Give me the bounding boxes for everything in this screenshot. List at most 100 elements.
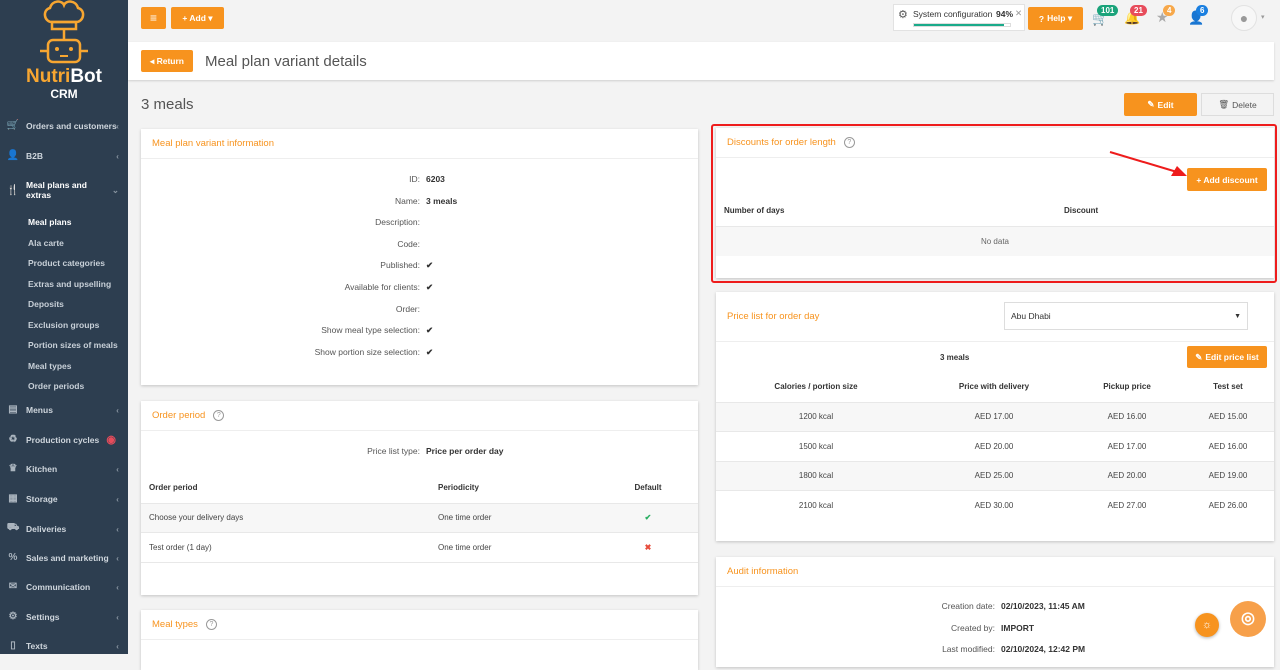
column-header: Pickup price <box>1103 382 1151 392</box>
sidebar-subitem[interactable]: Order periods <box>28 381 84 391</box>
sidebar-item-orders-and-customers[interactable]: 🛒 Orders and customers ‹ <box>0 120 128 131</box>
sidebar-item-sales-and-marketing[interactable]: % Sales and marketing ‹ <box>0 552 128 563</box>
page-header-title: Meal plan variant details <box>205 53 367 70</box>
brand-name: NutriBot <box>26 66 102 87</box>
kv-value: Price per order day <box>426 446 504 456</box>
check-icon: ✔ <box>426 325 434 336</box>
audit-card: Audit information Creation date: 02/10/20… <box>716 557 1274 667</box>
table-row[interactable]: 1800 kcal AED 25.00 AED 20.00 AED 19.00 <box>716 460 1274 491</box>
document-icon: ▯ <box>10 640 16 651</box>
sidebar-item-b2b[interactable]: 👤 B2B ‹ <box>0 150 128 161</box>
sidebar-item-kitchen[interactable]: ♛ Kitchen ‹ <box>0 463 128 474</box>
table-row[interactable]: Choose your delivery days One time order ✔ <box>141 502 698 533</box>
sidebar-item-label: Sales and marketing <box>26 552 109 563</box>
check-icon: ✔ <box>598 502 698 533</box>
cell: Choose your delivery days <box>141 502 438 533</box>
info-row: ID: 6203 <box>141 174 698 184</box>
kv-label: Created by: <box>951 622 995 633</box>
boxes-icon: ▦ <box>8 493 18 504</box>
table-row[interactable]: 2100 kcal AED 30.00 AED 27.00 AED 26.00 <box>716 490 1274 520</box>
kv-label: ID: <box>409 174 420 184</box>
info-row: Published: ✔ <box>141 260 698 271</box>
table-row[interactable]: 1500 kcal AED 20.00 AED 17.00 AED 16.00 <box>716 431 1274 461</box>
envelope-icon: ✉ <box>8 581 18 592</box>
sysconf-progress-bar <box>913 23 1011 27</box>
avatar[interactable]: ● <box>1231 5 1257 31</box>
chevron-left-icon: ‹ <box>116 523 119 534</box>
sidebar-subitem[interactable]: Extras and upselling <box>28 279 111 289</box>
chevron-left-icon: ‹ <box>116 493 119 504</box>
variant-info-card: Meal plan variant information ID: 6203 Nam… <box>141 129 698 385</box>
sidebar-item-label: Storage <box>26 493 58 504</box>
help-label: Help ▾ <box>1047 13 1073 23</box>
sidebar-item-texts[interactable]: ▯ Texts ‹ <box>0 640 128 651</box>
system-configuration-widget[interactable]: ⚙ System configuration 94% ✕ <box>893 4 1025 31</box>
location-select[interactable]: Abu Dhabi ▼ <box>1004 302 1248 330</box>
card-title: Order period? <box>141 401 698 431</box>
info-row: Show meal type selection: ✔ <box>141 325 698 336</box>
add-button[interactable]: + Add ▾ <box>171 7 224 29</box>
return-button[interactable]: ◂ Return <box>141 50 193 72</box>
kv-value <box>420 217 426 227</box>
sidebar-item-label: Texts <box>26 640 48 651</box>
chat-button[interactable]: ◎ <box>1230 601 1266 637</box>
cell: 1500 kcal <box>716 431 916 461</box>
sidebar-item-deliveries[interactable]: ⛟ Deliveries ‹ <box>0 522 128 535</box>
edit-icon: ✎ <box>1147 99 1155 109</box>
sidebar-item-menus[interactable]: ▤ Menus ‹ <box>0 404 128 415</box>
chevron-left-icon: ‹ <box>116 611 119 622</box>
sidebar-subitem[interactable]: Ala carte <box>28 238 64 248</box>
info-row: Order: <box>141 304 698 314</box>
kv-label: Name: <box>394 195 420 206</box>
kv-label: Available for clients: <box>344 282 420 292</box>
sidebar-item-communication[interactable]: ✉ Communication ‹ <box>0 581 128 592</box>
column-header: Order period <box>149 483 198 493</box>
cell: AED 20.00 <box>1072 460 1182 491</box>
chevron-left-icon: ‹ <box>116 463 119 474</box>
sidebar-item-meal-plans-and[interactable]: 🍴 Meal plans and extras ⌄ <box>0 180 128 200</box>
chevron-down-icon[interactable]: ▾ <box>1261 13 1265 21</box>
column-header: Default <box>634 483 662 493</box>
sidebar-subitem[interactable]: Exclusion groups <box>28 320 99 330</box>
delete-button[interactable]: 🗑 Delete <box>1201 93 1274 116</box>
sidebar-subitem[interactable]: Meal types <box>28 361 71 371</box>
sidebar-item-storage[interactable]: ▦ Storage ‹ <box>0 493 128 504</box>
table-row[interactable]: 1200 kcal AED 17.00 AED 16.00 AED 15.00 <box>716 401 1274 432</box>
card-title: Meal plan variant information <box>141 129 698 159</box>
sidebar-subitem[interactable]: Meal plans <box>28 217 71 227</box>
page-title: 3 meals <box>141 96 194 113</box>
cell: AED 15.00 <box>1182 401 1274 432</box>
info-row: Name: 3 meals <box>141 196 698 206</box>
sidebar-item-label: Settings <box>26 611 60 622</box>
edit-price-list-button[interactable]: ✎ Edit price list <box>1187 346 1267 368</box>
close-icon[interactable]: ✕ <box>1015 8 1022 19</box>
trash-icon: 🗑 <box>1218 99 1230 109</box>
edit-button[interactable]: ✎ Edit <box>1124 93 1197 116</box>
kv-label: Price list type: <box>367 446 420 456</box>
sidebar-subitem[interactable]: Portion sizes of meals <box>28 340 118 350</box>
sidebar: NutriBot CRM 🛒 Orders and customers ‹ 👤 B2B ‹… <box>0 0 128 654</box>
help-icon[interactable]: ? <box>213 410 225 421</box>
help-button[interactable]: ? Help ▾ <box>1028 7 1083 30</box>
cell: One time order <box>438 532 598 562</box>
sidebar-item-production-cycles[interactable]: ♻ Production cycles ◉ <box>0 434 128 446</box>
sysconf-label: System configuration <box>913 9 993 19</box>
sidebar-item-label: Deliveries <box>26 523 67 534</box>
sidebar-subitem[interactable]: Deposits <box>28 299 64 309</box>
chef-robot-logo-icon <box>40 0 88 64</box>
table-row[interactable]: Test order (1 day) One time order ✖ <box>141 532 698 562</box>
table-spacer <box>141 561 698 591</box>
chevron-left-icon: ‹ <box>116 552 119 563</box>
help-icon[interactable]: ? <box>205 619 217 630</box>
kv-label: Published: <box>380 260 420 271</box>
edit-price-list-label: Edit price list <box>1205 352 1259 362</box>
tips-button[interactable]: ☼ <box>1195 613 1219 637</box>
sidebar-item-label: Meal plans and extras <box>26 180 87 200</box>
sidebar-item-settings[interactable]: ⚙ Settings ‹ <box>0 611 128 622</box>
menu-toggle-button[interactable]: ≡ <box>141 7 166 29</box>
info-row: Available for clients: ✔ <box>141 282 698 293</box>
sidebar-item-label: Menus <box>26 404 53 415</box>
cell: AED 16.00 <box>1182 431 1274 461</box>
sidebar-subitem[interactable]: Product categories <box>28 258 105 268</box>
sidebar-item-label: B2B <box>26 150 44 161</box>
